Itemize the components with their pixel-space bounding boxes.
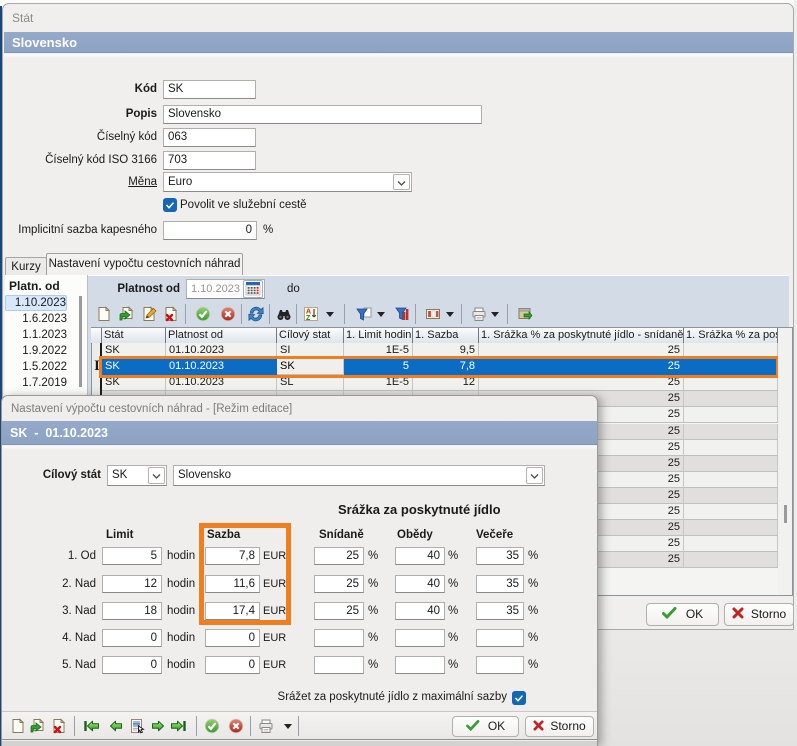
svg-text:Z: Z [306, 315, 311, 322]
